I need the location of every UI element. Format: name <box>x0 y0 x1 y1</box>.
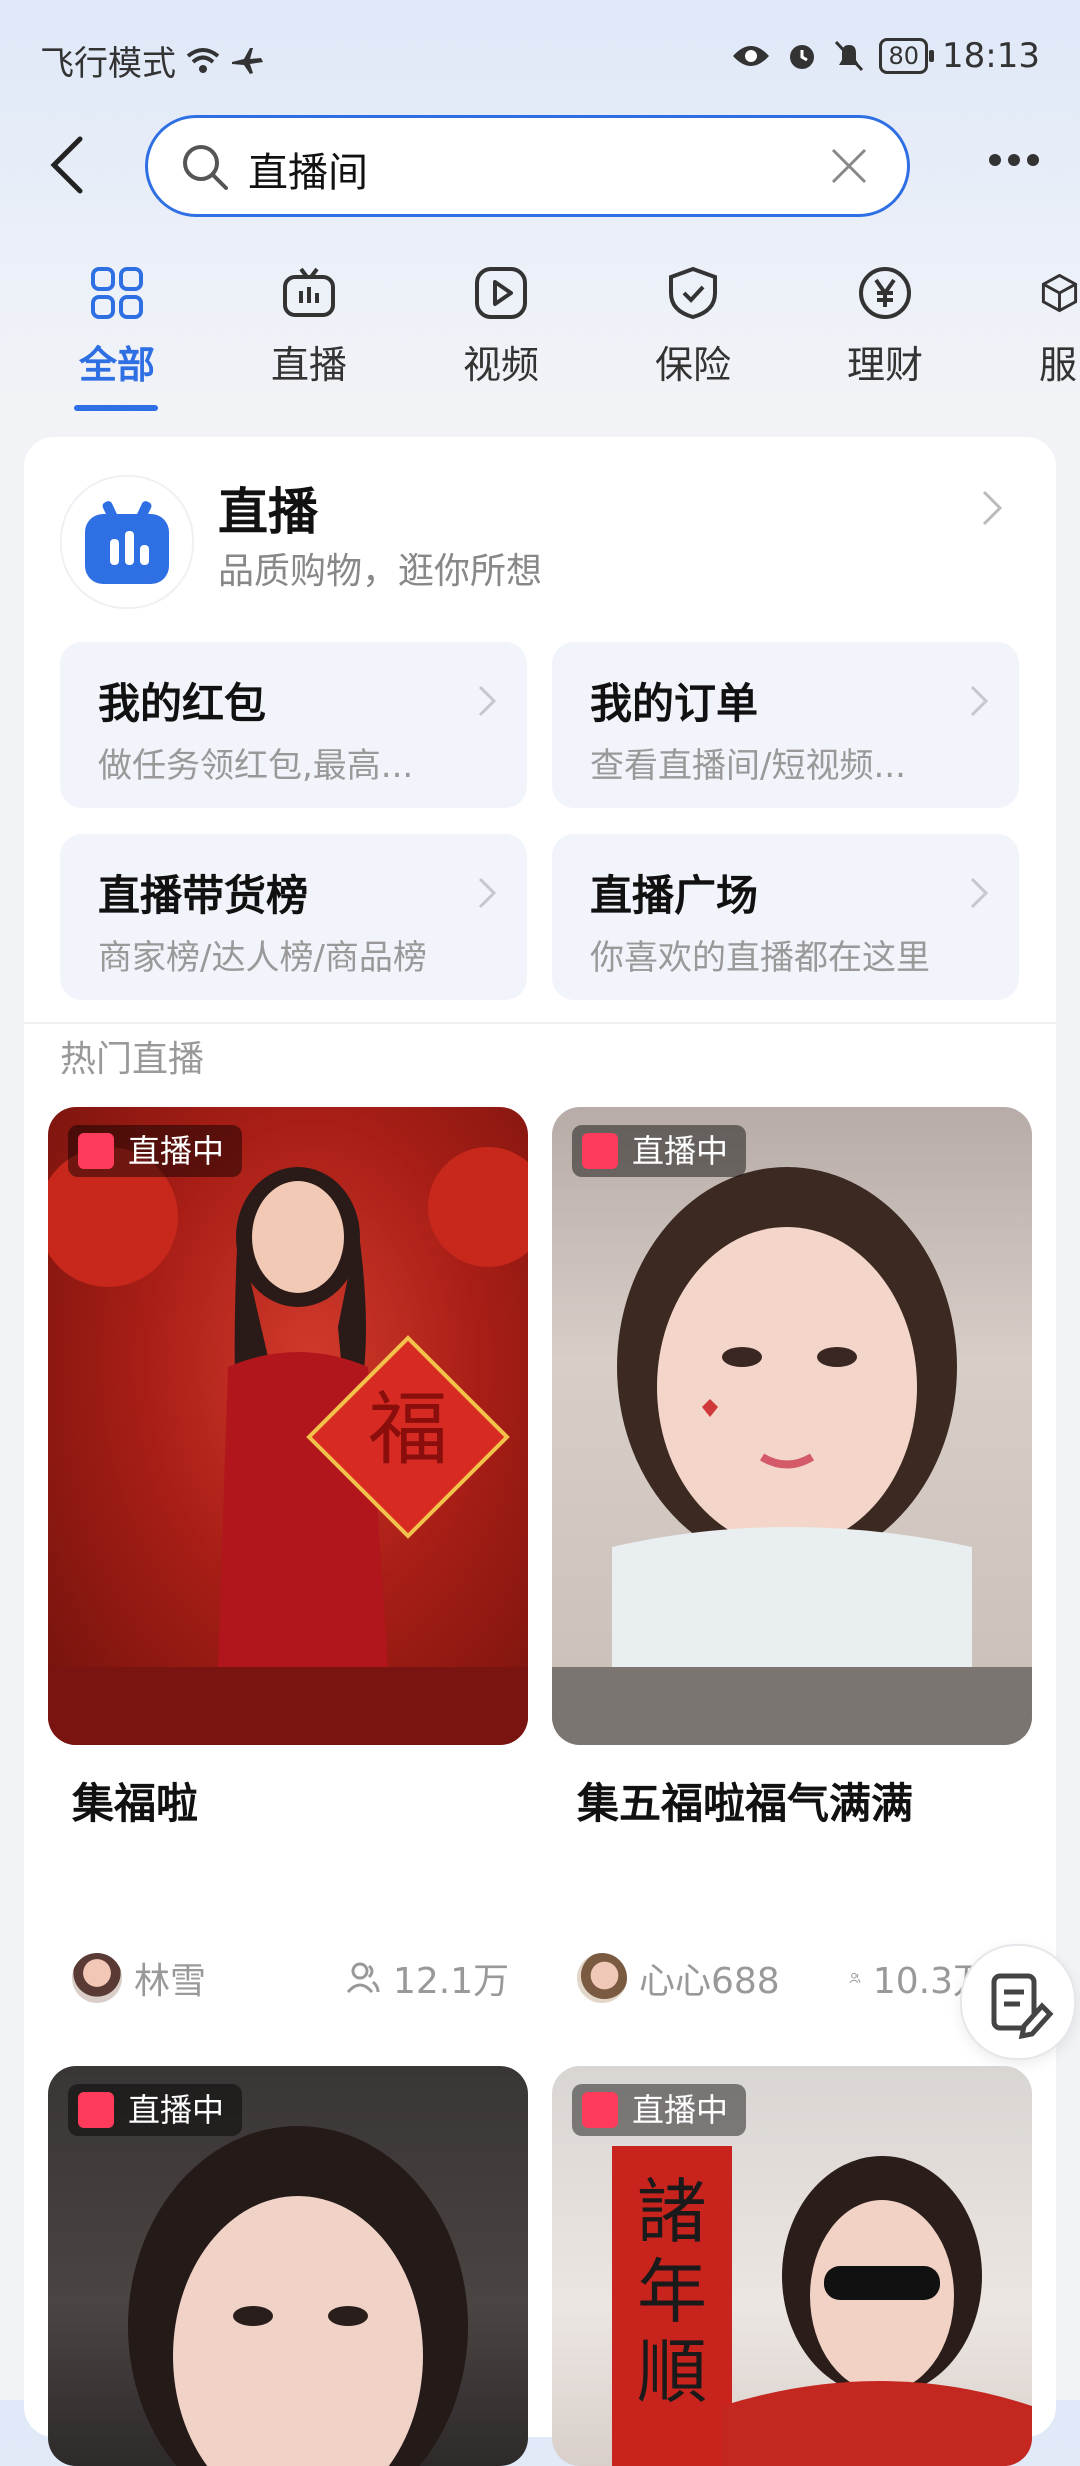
stream-title[interactable]: 集福啦 <box>72 1770 198 1831</box>
stream-thumbnail[interactable]: 直播中 <box>48 2066 528 2466</box>
search-bar[interactable]: 直播间 <box>145 115 910 217</box>
mute-bell-icon <box>835 40 864 72</box>
tile-title: 我的订单 <box>590 679 759 728</box>
chevron-right-icon <box>478 685 497 717</box>
tab-label: 保险 <box>654 343 731 387</box>
viewer-count-value: 12.1万 <box>393 1961 510 2002</box>
stream-title[interactable]: 集五福啦福气满满 <box>577 1770 913 1831</box>
live-service-logo <box>60 475 194 609</box>
tv-icon <box>283 267 335 317</box>
stream-host[interactable]: 林雪 <box>72 1952 206 2004</box>
host-name: 林雪 <box>134 1961 207 2002</box>
svg-text:年: 年 <box>637 2251 707 2333</box>
search-icon <box>183 145 228 190</box>
more-dots-icon <box>989 154 1039 166</box>
svg-text:順: 順 <box>637 2331 707 2413</box>
alarm-icon <box>790 45 815 69</box>
active-tab-indicator <box>74 405 158 411</box>
status-bar: 飞行模式 80 18:13 <box>0 0 1080 115</box>
feedback-button[interactable] <box>960 1944 1076 2060</box>
tile-subtitle: 查看直播间/短视频... <box>590 746 906 786</box>
live-bars-icon <box>582 1133 618 1169</box>
host-name: 心心688 <box>639 1961 780 2002</box>
tile-subtitle: 做任务领红包,最高... <box>98 746 414 786</box>
tile-live-plaza[interactable]: 直播广场 你喜欢的直播都在这里 <box>552 834 1019 1000</box>
stream-cover-image: 福 <box>48 1147 528 1745</box>
shield-icon <box>669 266 717 320</box>
tab-label: 视频 <box>462 343 539 387</box>
tab-finance[interactable]: 理财 <box>805 258 965 389</box>
tile-sales-ranking[interactable]: 直播带货榜 商家榜/达人榜/商品榜 <box>60 834 527 1000</box>
tab-label: 全部 <box>78 343 155 387</box>
tab-video[interactable]: 视频 <box>421 258 581 389</box>
live-tv-icon <box>85 501 169 584</box>
live-bars-icon <box>582 2092 618 2128</box>
live-bars-icon <box>78 1133 114 1169</box>
tile-title: 直播广场 <box>590 871 759 920</box>
svg-text:福: 福 <box>368 1383 448 1476</box>
live-badge-label: 直播中 <box>632 2091 729 2129</box>
edit-note-icon <box>991 1973 1054 2040</box>
tab-insurance[interactable]: 保险 <box>613 258 773 389</box>
chevron-right-icon[interactable] <box>980 488 1004 528</box>
live-badge: 直播中 <box>68 2084 243 2136</box>
stream-thumbnail[interactable]: 福 直播中 <box>48 1107 528 1745</box>
svg-text:諸: 諸 <box>637 2171 707 2253</box>
play-icon <box>475 267 527 319</box>
person-icon <box>849 1972 861 1983</box>
chevron-left-icon <box>50 136 83 194</box>
tab-label: 理财 <box>846 343 923 387</box>
live-badge-label: 直播中 <box>632 1132 729 1170</box>
live-badge-label: 直播中 <box>128 1132 225 1170</box>
airplane-mode-label: 飞行模式 <box>40 44 176 84</box>
tile-subtitle: 你喜欢的直播都在这里 <box>590 938 930 978</box>
tab-label: 服 <box>1039 343 1078 387</box>
tab-label: 直播 <box>270 343 347 387</box>
chevron-right-icon <box>478 877 497 909</box>
back-button[interactable] <box>48 135 98 195</box>
tab-live[interactable]: 直播 <box>229 258 389 389</box>
clear-icon[interactable] <box>827 144 871 188</box>
viewer-count: 12.1万 <box>345 1952 509 2004</box>
cube-icon <box>1041 273 1078 313</box>
live-badge: 直播中 <box>572 2084 747 2136</box>
eye-icon <box>733 46 770 66</box>
clock: 18:13 <box>942 36 1040 76</box>
category-tabs: 全部 直播 视频 保险 理财 服 <box>0 258 1080 418</box>
divider <box>24 1022 1056 1024</box>
stream-thumbnail[interactable]: 諸 年 順 直播中 <box>552 2066 1032 2466</box>
stream-host[interactable]: 心心688 <box>577 1952 780 2004</box>
status-left: 飞行模式 <box>40 36 264 85</box>
avatar <box>577 1953 627 2003</box>
battery-indicator: 80 <box>879 38 934 74</box>
tab-service[interactable]: 服 <box>997 258 1080 389</box>
grid-icon <box>91 267 143 319</box>
tile-my-orders[interactable]: 我的订单 查看直播间/短视频... <box>552 642 1019 808</box>
section-title: 热门直播 <box>60 1039 205 1080</box>
status-right: 80 18:13 <box>731 36 1040 76</box>
person-icon <box>346 1962 380 1994</box>
stream-thumbnail[interactable]: 直播中 <box>552 1107 1032 1745</box>
stream-cover-image <box>552 1167 1032 1745</box>
avatar <box>72 1953 122 2003</box>
live-badge: 直播中 <box>572 1125 747 1177</box>
airplane-icon <box>232 47 263 74</box>
tile-title: 直播带货榜 <box>98 871 309 920</box>
yuan-icon <box>859 267 911 319</box>
tile-title: 我的红包 <box>98 679 267 728</box>
live-service-title[interactable]: 直播 <box>218 472 318 544</box>
more-options-button[interactable] <box>988 150 1040 170</box>
tile-subtitle: 商家榜/达人榜/商品榜 <box>98 938 427 978</box>
live-badge: 直播中 <box>68 1125 243 1177</box>
chevron-right-icon <box>970 685 989 717</box>
search-input[interactable]: 直播间 <box>248 140 368 198</box>
live-badge-label: 直播中 <box>128 2091 225 2129</box>
tab-all[interactable]: 全部 <box>37 258 197 389</box>
chevron-right-icon <box>970 877 989 909</box>
live-service-subtitle: 品质购物，逛你所想 <box>218 551 543 592</box>
live-bars-icon <box>78 2092 114 2128</box>
tile-red-packet[interactable]: 我的红包 做任务领红包,最高... <box>60 642 527 808</box>
wifi-icon <box>186 47 220 73</box>
